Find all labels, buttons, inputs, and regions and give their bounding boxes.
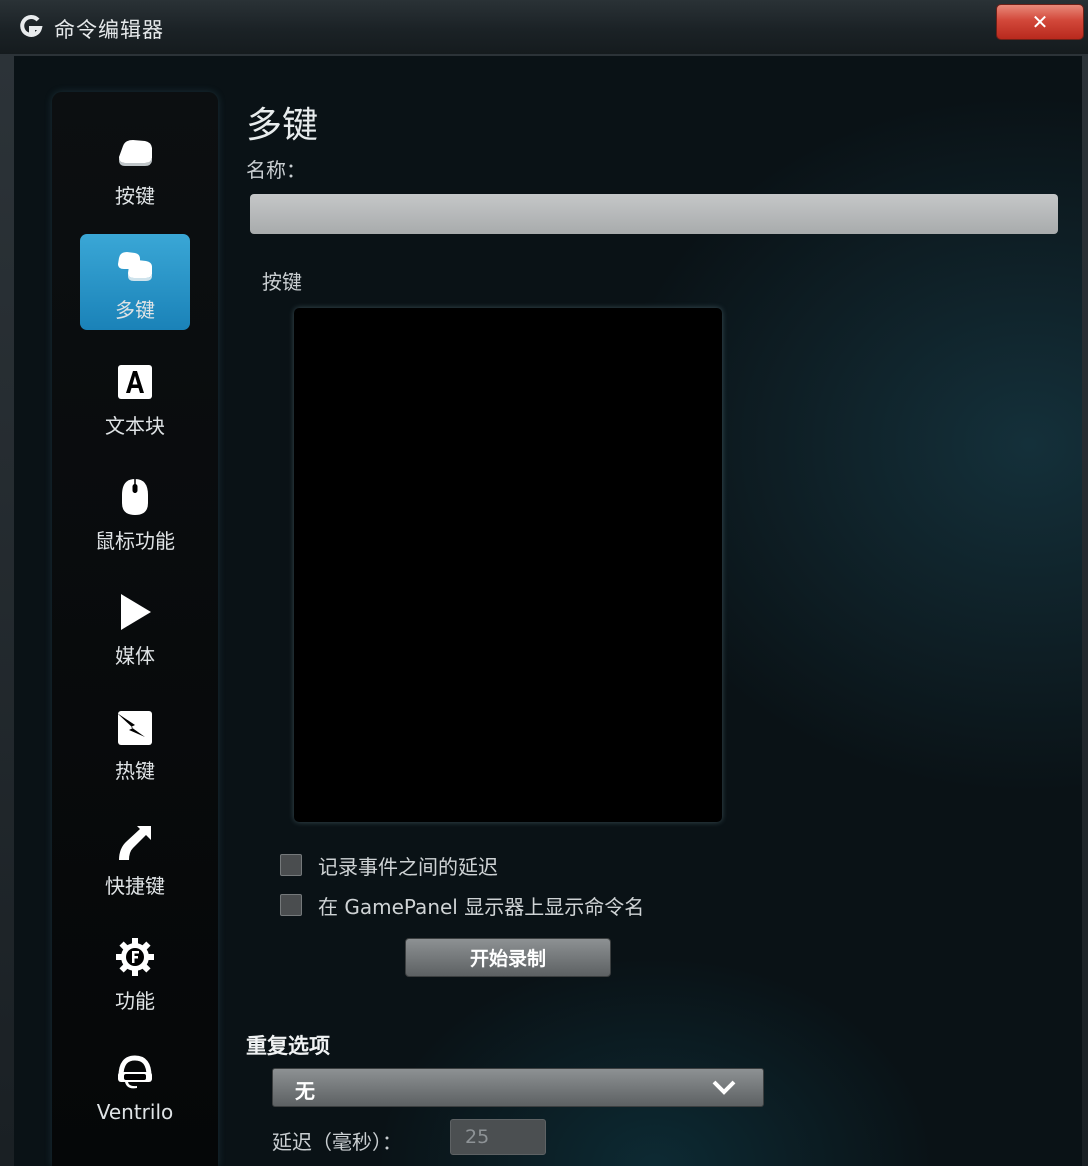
sidebar-item-function[interactable]: 功能 [80,925,190,1021]
title-bar: 命令编辑器 ✕ [0,0,1088,55]
mouse-icon [122,479,148,515]
sidebar-item-mouse[interactable]: 鼠标功能 [80,465,190,561]
sidebar-item-key[interactable]: 按键 [80,120,190,216]
start-recording-button[interactable]: 开始录制 [405,938,611,977]
close-button[interactable]: ✕ [996,4,1084,40]
sidebar-item-ventrilo[interactable]: Ventrilo [80,1040,190,1136]
key-icon [119,140,152,166]
keys-label: 按键 [262,270,302,294]
sidebar-item-label: 多键 [115,298,155,322]
name-label: 名称： [246,158,306,182]
sidebar-item-label: 鼠标功能 [95,529,175,553]
sidebar-item-label: 按键 [115,184,155,208]
sidebar-item-label: 热键 [115,759,155,783]
sidebar-item-shortcut[interactable]: 快捷键 [80,810,190,906]
sidebar-item-hotkey[interactable]: 热键 [80,695,190,791]
sidebar-item-multikey[interactable]: 多键 [80,234,190,330]
repeat-options-value: 无 [295,1079,315,1103]
page-title: 多键 [246,105,319,146]
multi-key-icon [118,252,152,281]
show-on-gamepanel-label: 在 GamePanel 显示器上显示命令名 [318,894,645,919]
show-on-gamepanel-option[interactable]: 在 GamePanel 显示器上显示命令名 [280,892,645,919]
sidebar-item-label: Ventrilo [96,1100,174,1124]
delay-input[interactable]: 25 [450,1119,546,1155]
command-type-sidebar: 按键 多键 文本块 鼠标功能 媒体 热键 快捷键 功能 Ventrilo [52,92,218,1166]
play-icon [121,594,151,630]
keystroke-list[interactable] [294,308,722,822]
sidebar-item-label: 快捷键 [105,874,165,898]
sidebar-item-text-block[interactable]: 文本块 [80,350,190,446]
hotkey-icon [117,711,152,745]
record-delays-label: 记录事件之间的延迟 [318,854,498,879]
sidebar-item-label: 功能 [115,989,155,1013]
text-block-icon [118,365,152,399]
record-delays-option[interactable]: 记录事件之间的延迟 [280,852,498,879]
repeat-options-label: 重复选项 [246,1034,330,1058]
logitech-g-logo-icon [20,14,43,37]
function-gear-icon [116,938,154,976]
chevron-down-icon [712,1080,736,1095]
show-on-gamepanel-checkbox[interactable] [280,894,302,916]
sidebar-item-label: 文本块 [105,414,165,438]
record-delays-checkbox[interactable] [280,854,302,876]
sidebar-item-media[interactable]: 媒体 [80,580,190,676]
shortcut-arrow-icon [119,826,151,860]
name-input[interactable] [250,194,1058,234]
sidebar-item-label: 媒体 [115,644,155,668]
headset-icon [118,1055,152,1089]
delay-label: 延迟（毫秒）： [272,1130,402,1154]
window-title: 命令编辑器 [54,18,164,42]
repeat-options-select[interactable]: 无 [272,1068,764,1107]
